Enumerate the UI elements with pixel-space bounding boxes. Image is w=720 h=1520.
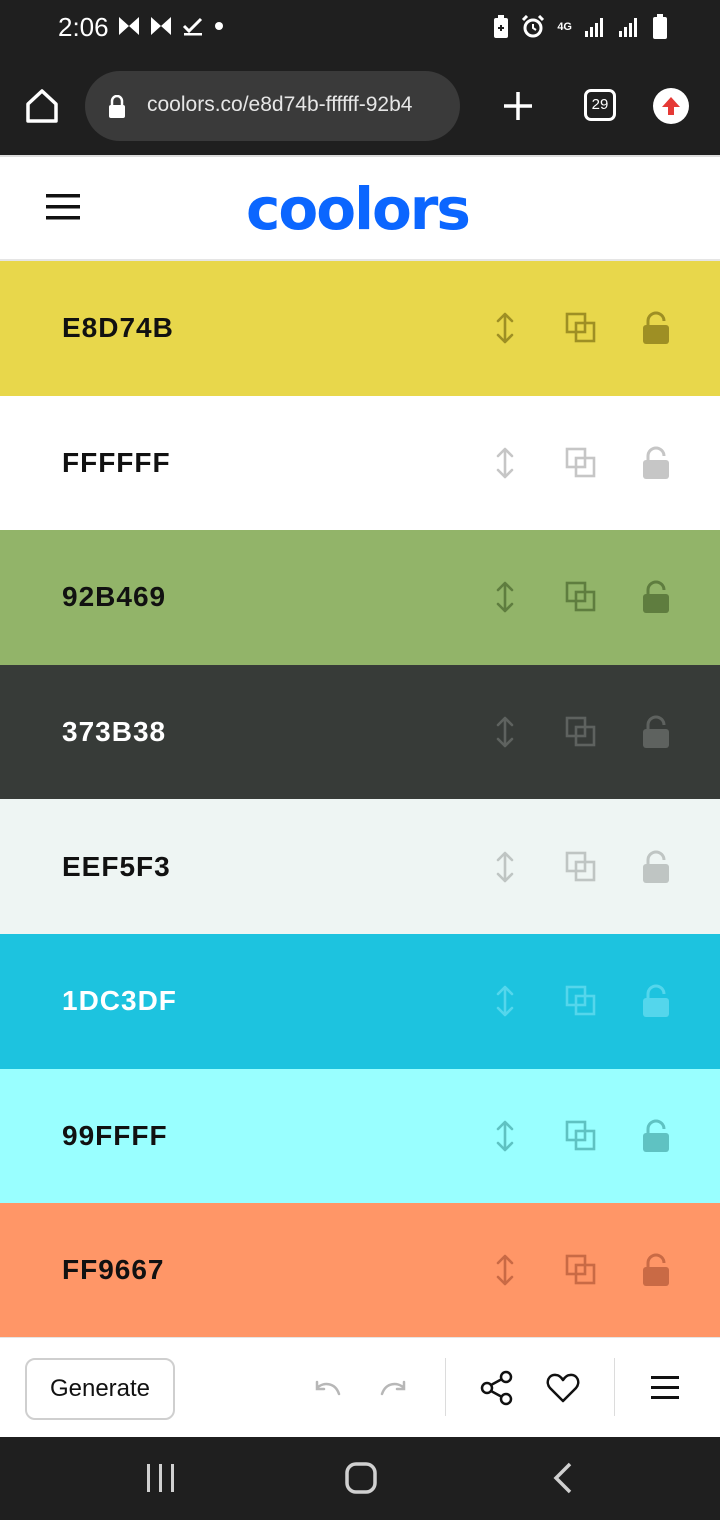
messenger-icon (151, 17, 171, 35)
copy-icon[interactable] (563, 310, 599, 346)
drag-icon[interactable] (487, 849, 523, 885)
color-swatch[interactable]: 1DC3DF (0, 933, 720, 1069)
status-system-icons: 4G (493, 14, 668, 40)
color-hex-code[interactable]: E8D74B (62, 312, 174, 344)
color-hex-code[interactable]: FFFFFF (62, 447, 171, 479)
color-swatch[interactable]: 99FFFF (0, 1068, 720, 1204)
coolors-logo[interactable]: coolors (246, 175, 471, 243)
system-home-icon[interactable] (344, 1461, 378, 1495)
unlock-icon[interactable] (638, 1118, 674, 1154)
color-hex-code[interactable]: 373B38 (62, 716, 166, 748)
network-type: 4G (557, 20, 572, 33)
tab-count: 29 (591, 96, 609, 113)
tabs-button[interactable]: 29 (584, 89, 616, 121)
toolbar-divider (614, 1358, 615, 1416)
recent-apps-icon[interactable] (145, 1461, 177, 1495)
copy-icon[interactable] (563, 1118, 599, 1154)
color-swatch[interactable]: 373B38 (0, 664, 720, 800)
update-icon[interactable] (653, 88, 689, 124)
messenger-icon (119, 17, 139, 35)
color-hex-code[interactable]: EEF5F3 (62, 851, 171, 883)
drag-icon[interactable] (487, 445, 523, 481)
menu-icon[interactable] (647, 1370, 683, 1406)
signal-icon (619, 18, 637, 37)
unlock-icon[interactable] (638, 849, 674, 885)
heart-icon[interactable] (545, 1370, 581, 1406)
drag-icon[interactable] (487, 579, 523, 615)
unlock-icon[interactable] (638, 579, 674, 615)
copy-icon[interactable] (563, 714, 599, 750)
copy-icon[interactable] (563, 983, 599, 1019)
redo-icon[interactable] (376, 1370, 412, 1406)
color-hex-code[interactable]: 92B469 (62, 581, 166, 613)
palette: E8D74B FFFFFF 92B469 373B38 EEF5F3 1DC3D… (0, 261, 720, 1338)
dot-icon (215, 22, 223, 30)
undo-icon[interactable] (309, 1370, 345, 1406)
checklist-icon (182, 17, 203, 36)
hamburger-icon[interactable] (46, 191, 80, 223)
color-swatch[interactable]: FFFFFF (0, 395, 720, 531)
toolbar-divider (445, 1358, 446, 1416)
color-hex-code[interactable]: FF9667 (62, 1254, 165, 1286)
drag-icon[interactable] (487, 1118, 523, 1154)
alarm-icon (522, 15, 545, 38)
bottom-toolbar: Generate (0, 1337, 720, 1438)
drag-icon[interactable] (487, 714, 523, 750)
copy-icon[interactable] (563, 849, 599, 885)
unlock-icon[interactable] (638, 445, 674, 481)
back-icon[interactable] (551, 1461, 575, 1495)
status-time: 2:06 (58, 12, 109, 42)
home-icon[interactable] (22, 86, 62, 126)
plus-icon[interactable] (498, 86, 538, 126)
url-text: coolors.co/e8d74b-ffffff-92b4 (147, 93, 413, 116)
copy-icon[interactable] (563, 445, 599, 481)
lock-icon (109, 95, 125, 118)
drag-icon[interactable] (487, 983, 523, 1019)
status-notification-icons (118, 16, 224, 36)
color-swatch[interactable]: 92B469 (0, 530, 720, 665)
drag-icon[interactable] (487, 310, 523, 346)
color-swatch[interactable]: E8D74B (0, 261, 720, 396)
drag-icon[interactable] (487, 1252, 523, 1288)
signal-icon (585, 18, 603, 37)
browser-toolbar: coolors.co/e8d74b-ffffff-92b4 29 (0, 58, 720, 155)
color-hex-code[interactable]: 1DC3DF (62, 985, 177, 1017)
unlock-icon[interactable] (638, 714, 674, 750)
system-navigation-bar (0, 1437, 720, 1520)
unlock-icon[interactable] (638, 1252, 674, 1288)
battery-icon (653, 14, 667, 39)
copy-icon[interactable] (563, 579, 599, 615)
battery-saver-icon (494, 15, 509, 38)
unlock-icon[interactable] (638, 310, 674, 346)
generate-button[interactable]: Generate (25, 1358, 175, 1420)
color-swatch[interactable]: FF9667 (0, 1203, 720, 1338)
unlock-icon[interactable] (638, 983, 674, 1019)
app-header: coolors (0, 155, 720, 261)
copy-icon[interactable] (563, 1252, 599, 1288)
address-bar[interactable]: coolors.co/e8d74b-ffffff-92b4 (85, 71, 460, 141)
share-icon[interactable] (479, 1370, 515, 1406)
color-swatch[interactable]: EEF5F3 (0, 799, 720, 934)
status-bar: 2:06 4G (0, 0, 720, 58)
color-hex-code[interactable]: 99FFFF (62, 1120, 168, 1152)
